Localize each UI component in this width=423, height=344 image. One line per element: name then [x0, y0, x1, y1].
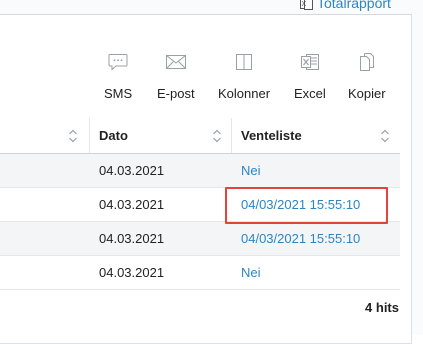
excel-label: Excel: [294, 86, 326, 101]
email-button[interactable]: E-post: [157, 50, 195, 101]
venteliste-cell[interactable]: Nei: [241, 154, 261, 187]
totalrapport-link[interactable]: X Totalrapport: [300, 0, 391, 11]
totalrapport-label: Totalrapport: [317, 0, 391, 11]
columns-label: Kolonner: [218, 86, 271, 101]
sort-icon[interactable]: [380, 118, 390, 153]
excel-button[interactable]: Excel: [294, 50, 326, 101]
excel-icon: [297, 50, 323, 74]
table-header-row: Dato Venteliste: [0, 118, 400, 154]
excel-small-icon: X: [300, 0, 313, 10]
table-row[interactable]: 04.03.2021 Nei: [0, 154, 400, 188]
column-divider: [231, 118, 232, 153]
action-toolbar: SMS E-post Kolonner Excel Kopier: [0, 50, 412, 120]
dato-cell: 04.03.2021: [99, 231, 165, 246]
sms-icon: [105, 50, 131, 74]
venteliste-cell[interactable]: 04/03/2021 15:55:10: [241, 222, 360, 255]
columns-icon: [231, 50, 257, 74]
column-header-dato[interactable]: Dato: [99, 118, 128, 153]
email-label: E-post: [157, 86, 195, 101]
venteliste-cell[interactable]: Nei: [241, 256, 261, 289]
columns-button[interactable]: Kolonner: [218, 50, 270, 101]
table-row[interactable]: 04.03.2021 04/03/2021 15:55:10: [0, 188, 400, 222]
table-row[interactable]: 04.03.2021 04/03/2021 15:55:10: [0, 222, 400, 256]
svg-text:X: X: [302, 1, 307, 8]
table-row[interactable]: 04.03.2021 Nei: [0, 256, 400, 290]
copy-label: Kopier: [348, 86, 386, 101]
column-divider: [89, 118, 90, 153]
sms-label: SMS: [104, 86, 133, 101]
hits-count: 4 hits: [365, 300, 399, 315]
sort-icon[interactable]: [212, 118, 222, 153]
dato-cell: 04.03.2021: [99, 197, 165, 212]
venteliste-cell[interactable]: 04/03/2021 15:55:10: [241, 188, 360, 221]
copy-icon: [354, 50, 380, 74]
sort-icon[interactable]: [68, 118, 78, 153]
envelope-icon: [163, 50, 189, 74]
dato-cell: 04.03.2021: [99, 265, 165, 280]
dato-cell: 04.03.2021: [99, 163, 165, 178]
sms-button[interactable]: SMS: [104, 50, 132, 101]
column-header-venteliste[interactable]: Venteliste: [241, 118, 302, 153]
copy-button[interactable]: Kopier: [348, 50, 386, 101]
page-scroll-area: [412, 14, 423, 335]
